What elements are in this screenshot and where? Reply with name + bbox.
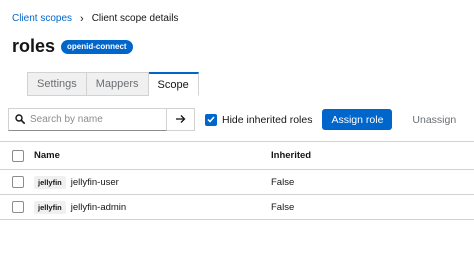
assign-role-button[interactable]: Assign role [322,109,393,130]
select-all-cell [0,149,34,162]
search-submit-button[interactable] [167,108,195,131]
tab-settings[interactable]: Settings [27,72,87,96]
breadcrumb-current: Client scope details [91,13,179,24]
row-checkbox[interactable] [12,176,24,188]
role-name-cell: jellyfin jellyfin-user [34,175,271,189]
tab-bar: Settings Mappers Scope [27,72,199,96]
breadcrumb: Client scopes › Client scope details [12,13,178,24]
page-title: roles [12,36,56,56]
toolbar: Hide inherited roles Assign role Unassig… [8,108,456,131]
search-box [8,108,167,131]
breadcrumb-client-scopes-link[interactable]: Client scopes [12,13,72,24]
row-select-cell [0,201,34,213]
tab-mappers[interactable]: Mappers [86,72,149,96]
check-icon [207,116,215,123]
role-name-cell: jellyfin jellyfin-admin [34,200,271,214]
hide-inherited-checkbox[interactable] [205,113,217,126]
role-name: jellyfin-user [70,176,119,188]
column-header-inherited[interactable]: Inherited [271,150,311,161]
table-row: jellyfin jellyfin-user False [0,170,474,195]
search-input[interactable] [30,114,160,125]
title-row: roles openid-connect [12,36,133,57]
arrow-right-icon [175,111,186,129]
client-chip: jellyfin [34,175,66,189]
unassign-button[interactable]: Unassign [412,114,456,126]
breadcrumb-separator-icon: › [80,12,84,25]
search-icon [15,111,25,129]
roles-table: Name Inherited jellyfin jellyfin-user Fa… [0,141,474,220]
select-all-checkbox[interactable] [12,149,24,162]
hide-inherited-toggle[interactable]: Hide inherited roles [205,113,313,126]
table-header-row: Name Inherited [0,141,474,170]
column-header-name[interactable]: Name [34,150,271,161]
table-row: jellyfin jellyfin-admin False [0,195,474,220]
inherited-value: False [271,201,295,213]
inherited-value: False [271,176,295,188]
hide-inherited-label: Hide inherited roles [222,113,313,126]
client-chip: jellyfin [34,200,66,214]
role-name: jellyfin-admin [70,201,127,213]
row-checkbox[interactable] [12,201,24,213]
tab-scope[interactable]: Scope [148,72,199,96]
row-select-cell [0,176,34,188]
protocol-badge: openid-connect [61,39,133,54]
